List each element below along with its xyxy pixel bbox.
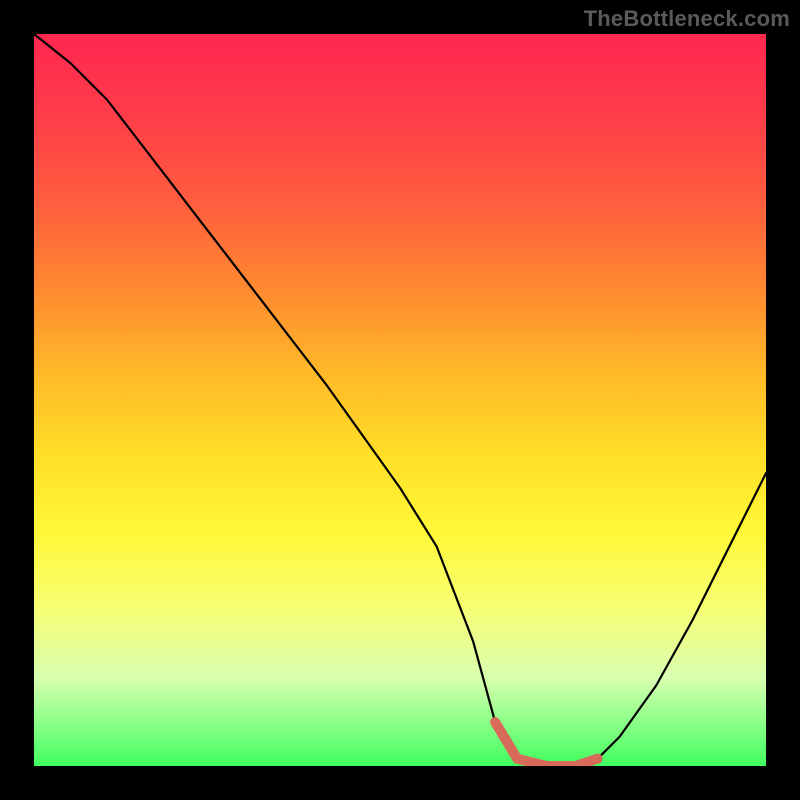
highlight-segment bbox=[495, 722, 597, 766]
watermark-text: TheBottleneck.com bbox=[584, 6, 790, 32]
plot-area bbox=[34, 34, 766, 766]
curve-svg bbox=[34, 34, 766, 766]
chart-frame: TheBottleneck.com bbox=[0, 0, 800, 800]
bottleneck-curve bbox=[34, 34, 766, 766]
